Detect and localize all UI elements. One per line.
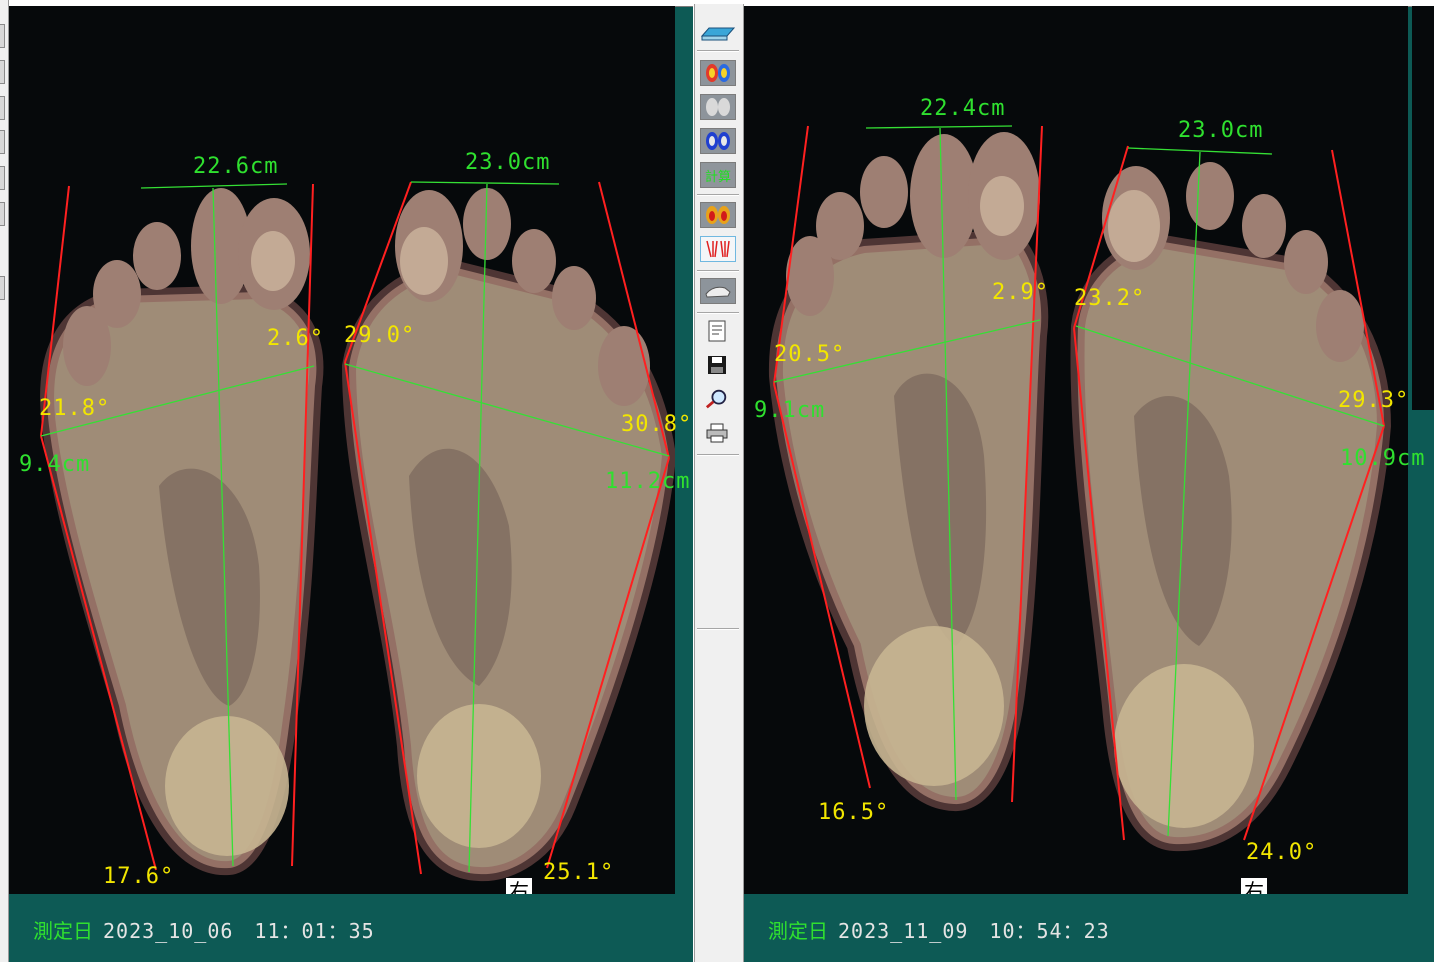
foot-heatmap-icon[interactable] — [700, 202, 736, 228]
edge-tab[interactable] — [0, 24, 5, 48]
shoe-icon[interactable] — [700, 278, 736, 304]
angle-label: 29.0° — [344, 323, 416, 348]
edge-tab[interactable] — [0, 96, 5, 120]
angle-label: 29.3° — [1338, 388, 1410, 413]
foot-length-label: 23.0cm — [1178, 118, 1264, 143]
heel-angle-label: 17.6° — [103, 864, 175, 889]
measurement-panel-right: 22.4cm 2.9° 20.5° 9.1cm 16.5° 23.0cm 23.… — [744, 6, 1434, 962]
heel-angle-label: 24.0° — [1246, 840, 1318, 865]
foot-length-label: 22.4cm — [920, 96, 1006, 121]
foot-scan-image — [9, 6, 675, 894]
scanner-icon[interactable] — [699, 22, 737, 44]
adjacent-scan-edge — [1412, 6, 1434, 410]
foot-scan-image — [744, 6, 1408, 894]
calculate-button[interactable]: 計算 — [700, 162, 736, 188]
measurement-panel-left: 22.6cm 2.6° 21.8° 9.4cm 17.6° 23.0cm 29.… — [9, 6, 693, 962]
document-icon[interactable] — [705, 320, 729, 342]
foot-lines-icon[interactable] — [700, 236, 736, 262]
tool-bar: 計算 — [694, 4, 744, 962]
angle-label: 30.8° — [621, 412, 693, 437]
edge-tab[interactable] — [0, 130, 5, 154]
measure-date-label: 測定日 — [33, 919, 93, 943]
angle-label: 2.6° — [267, 326, 324, 351]
side-marker: 右 — [506, 878, 532, 894]
heel-angle-label: 16.5° — [818, 800, 890, 825]
angle-label: 2.9° — [992, 280, 1049, 305]
angle-label: 20.5° — [774, 342, 846, 367]
edge-tab[interactable] — [0, 166, 5, 190]
foot-pressure-color-icon[interactable] — [700, 60, 736, 86]
save-icon[interactable] — [705, 354, 729, 376]
foot-length-label: 22.6cm — [193, 154, 279, 179]
edge-tab[interactable] — [0, 60, 5, 84]
heel-angle-label: 25.1° — [543, 860, 615, 885]
foot-blue-icon[interactable] — [700, 128, 736, 154]
foot-width-label: 10.9cm — [1340, 446, 1426, 471]
side-marker: 右 — [1241, 878, 1267, 894]
measure-date-value: 2023_10_06 11：01：35 — [103, 919, 375, 943]
foot-length-label: 23.0cm — [465, 150, 551, 175]
foot-gray-icon[interactable] — [700, 94, 736, 120]
edge-tab[interactable] — [0, 276, 5, 300]
foot-width-label: 9.1cm — [754, 398, 826, 423]
angle-label: 23.2° — [1074, 286, 1146, 311]
foot-width-label: 9.4cm — [19, 452, 91, 477]
print-icon[interactable] — [705, 422, 729, 444]
search-icon[interactable] — [705, 388, 729, 410]
edge-tab[interactable] — [0, 202, 5, 226]
window-edge — [0, 0, 9, 962]
measure-date-label: 測定日 — [768, 919, 828, 943]
foot-width-label: 11.2cm — [605, 469, 691, 494]
angle-label: 21.8° — [39, 396, 111, 421]
measure-date-value: 2023_11_09 10：54：23 — [838, 919, 1110, 943]
